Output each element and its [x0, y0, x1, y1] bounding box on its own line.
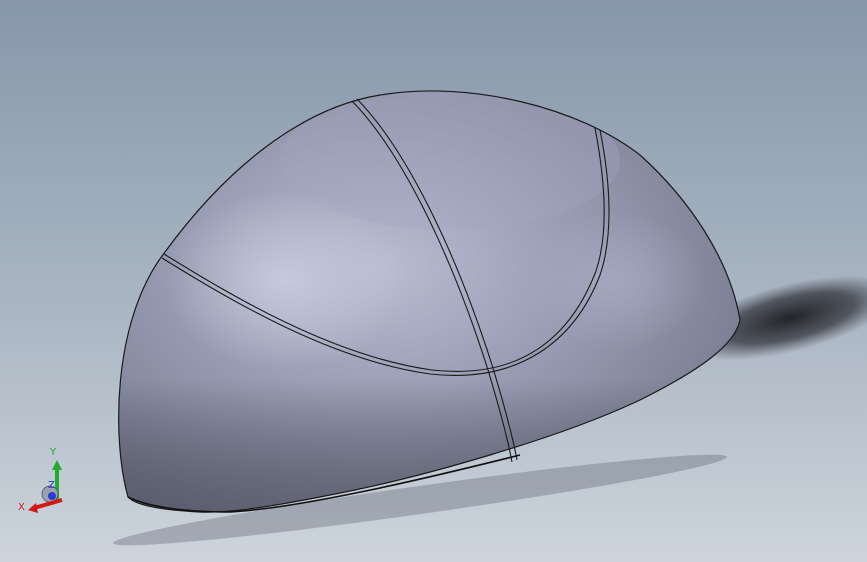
- z-axis-label: Z: [48, 480, 55, 491]
- model-view[interactable]: [0, 0, 867, 562]
- graphics-viewport[interactable]: Y Z X: [0, 0, 867, 562]
- x-axis-label: X: [18, 502, 25, 513]
- x-axis-arrow: [28, 498, 63, 513]
- y-axis-label: Y: [49, 447, 57, 458]
- orientation-triad[interactable]: Y Z X: [10, 440, 74, 516]
